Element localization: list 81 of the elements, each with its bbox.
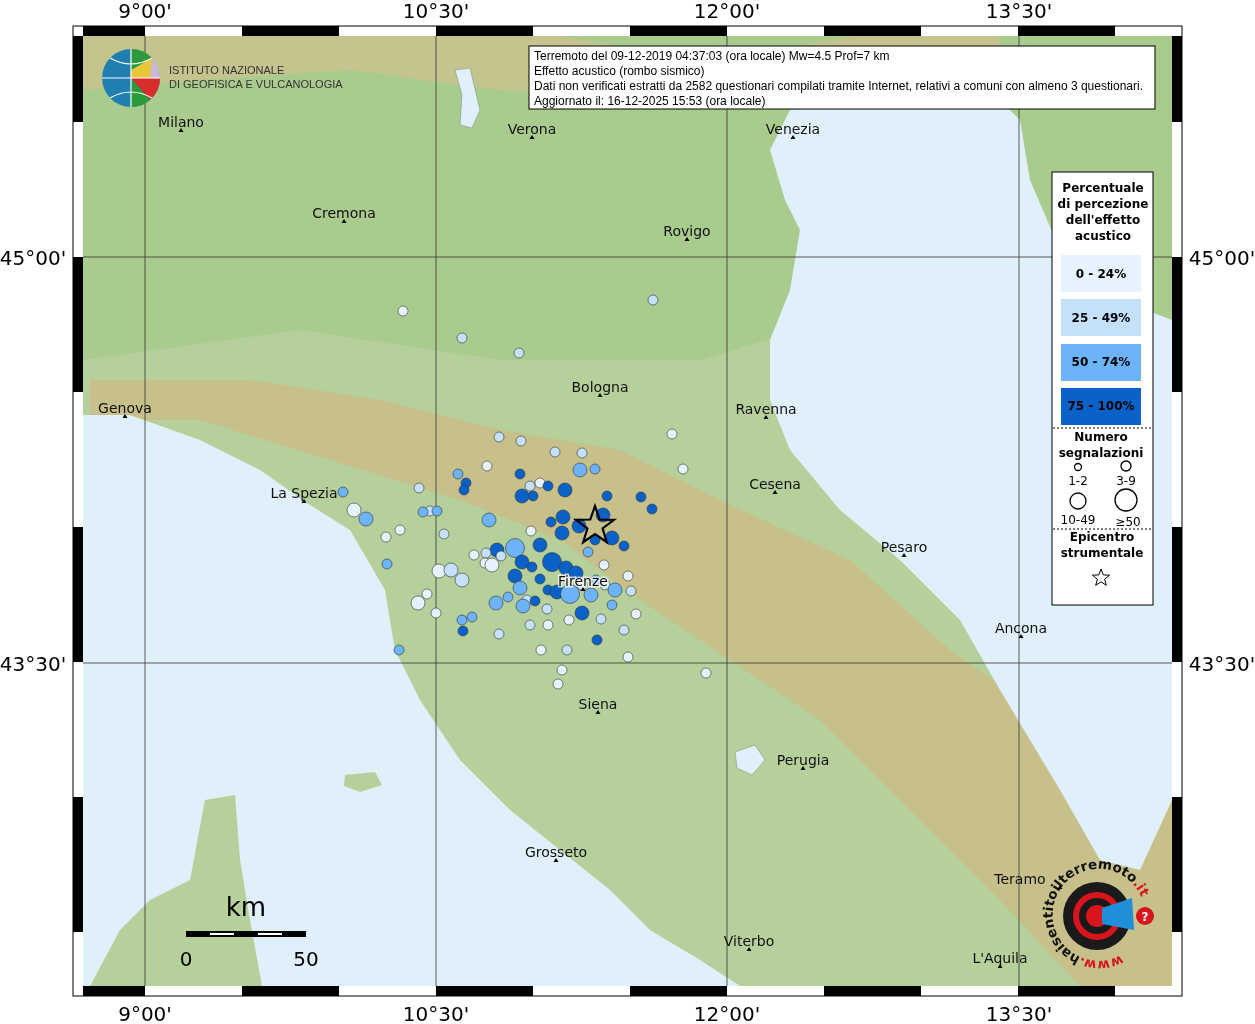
legend-range-label: 0 - 24% [1075,267,1127,281]
city-label: Viterbo [723,933,775,949]
longitude-label: 9°00' [118,0,172,23]
city-marker-icon [529,135,535,139]
scale-unit: km [225,892,267,922]
legend-range-label: 50 - 74% [1071,355,1131,369]
city-label: Venezia [765,121,821,137]
city-label: L'Aquila [972,950,1028,966]
city-label: Ravenna [735,401,797,417]
city-marker-icon [772,490,778,494]
institute-name: ISTITUTO NAZIONALE [169,64,285,76]
longitude-label: 12°00' [693,0,761,23]
city-marker-icon [684,237,690,241]
city-marker-icon [790,135,796,139]
legend-range-label: 25 - 49% [1071,311,1131,325]
city-label: Genova [98,400,152,416]
city-label: La Spezia [270,485,338,501]
star-icon [1091,568,1111,586]
globe-logo-icon [101,48,161,108]
legend-range-label: 75 - 100% [1067,399,1135,413]
city-marker-icon [597,393,603,397]
legend-title: Epicentro [1069,530,1135,544]
info-text: Dati non verificati estratti da 2582 questionari compilati tramite Internet, relativi a comuni con almeno 3 questionari. [534,79,1143,93]
city-label: Bologna [571,379,629,395]
city-marker-icon [341,219,347,223]
city-marker-icon [595,710,601,714]
longitude-label: 12°00' [693,1002,761,1024]
city-marker-icon [997,964,1003,968]
city-label: Grosseto [524,844,588,860]
scale-label: 0 [179,947,193,971]
longitude-label: 13°30' [985,0,1053,23]
latitude-label: 43°30' [1188,652,1255,676]
info-text: Terremoto del 09-12-2019 04:37:03 (ora locale) Mw=4.5 Prof=7 km [534,49,890,63]
city-marker-icon [301,499,307,503]
longitude-label: 10°30' [402,0,470,23]
city-marker-icon [122,414,128,418]
longitude-label: 10°30' [402,1002,470,1024]
city-marker-icon [763,415,769,419]
legend-title: acustico [1074,229,1132,243]
latitude-label: 45°00' [1188,246,1255,270]
size-label: 1-2 [1068,474,1088,488]
info-text: Effetto acustico (rombo sismico) [534,64,705,78]
legend-title: Percentuale [1062,181,1144,195]
city-label: Rovigo [663,223,711,239]
city-marker-icon [553,858,559,862]
city-label: Verona [507,121,557,137]
city-marker-icon [178,128,184,132]
longitude-label: 13°30' [985,1002,1053,1024]
city-marker-icon [901,553,907,557]
size-label: 10-49 [1060,513,1096,527]
city-marker-icon [1057,885,1063,889]
longitude-label: 9°00' [118,1002,172,1024]
lake [734,744,766,776]
epicenter-star-icon [572,502,618,545]
size-label: ≥50 [1115,515,1141,529]
city-marker-icon [580,587,586,591]
city-label: Milano [158,114,204,130]
city-marker-icon [746,947,752,951]
city-label: Ancona [994,620,1048,636]
city-label: Cesena [749,476,801,492]
city-label: Cremona [312,205,376,221]
city-label: Perugia [776,752,830,768]
scale-label: 50 [293,947,319,971]
city-label: Firenze [558,573,608,589]
info-text: Aggiornato il: 16-12-2025 15:53 (ora locale) [534,94,766,108]
island [344,772,382,792]
legend-title: segnalazioni [1058,446,1144,460]
lake [454,67,481,129]
legend-title: strumentale [1060,546,1144,560]
city-marker-icon [1018,634,1024,638]
legend-title: dell'effetto [1065,213,1141,227]
city-label: Siena [578,696,618,712]
size-label: 3-9 [1116,474,1136,488]
city-label: Pesaro [880,539,928,555]
legend-title: di percezione [1057,197,1149,211]
latitude-label: 43°30' [0,652,67,676]
city-marker-icon [800,766,806,770]
latitude-label: 45°00' [0,246,67,270]
frame-tick [83,986,145,996]
institute-name: DI GEOFISICA E VULCANOLOGIA [169,78,343,90]
legend-title: Numero [1074,430,1128,444]
